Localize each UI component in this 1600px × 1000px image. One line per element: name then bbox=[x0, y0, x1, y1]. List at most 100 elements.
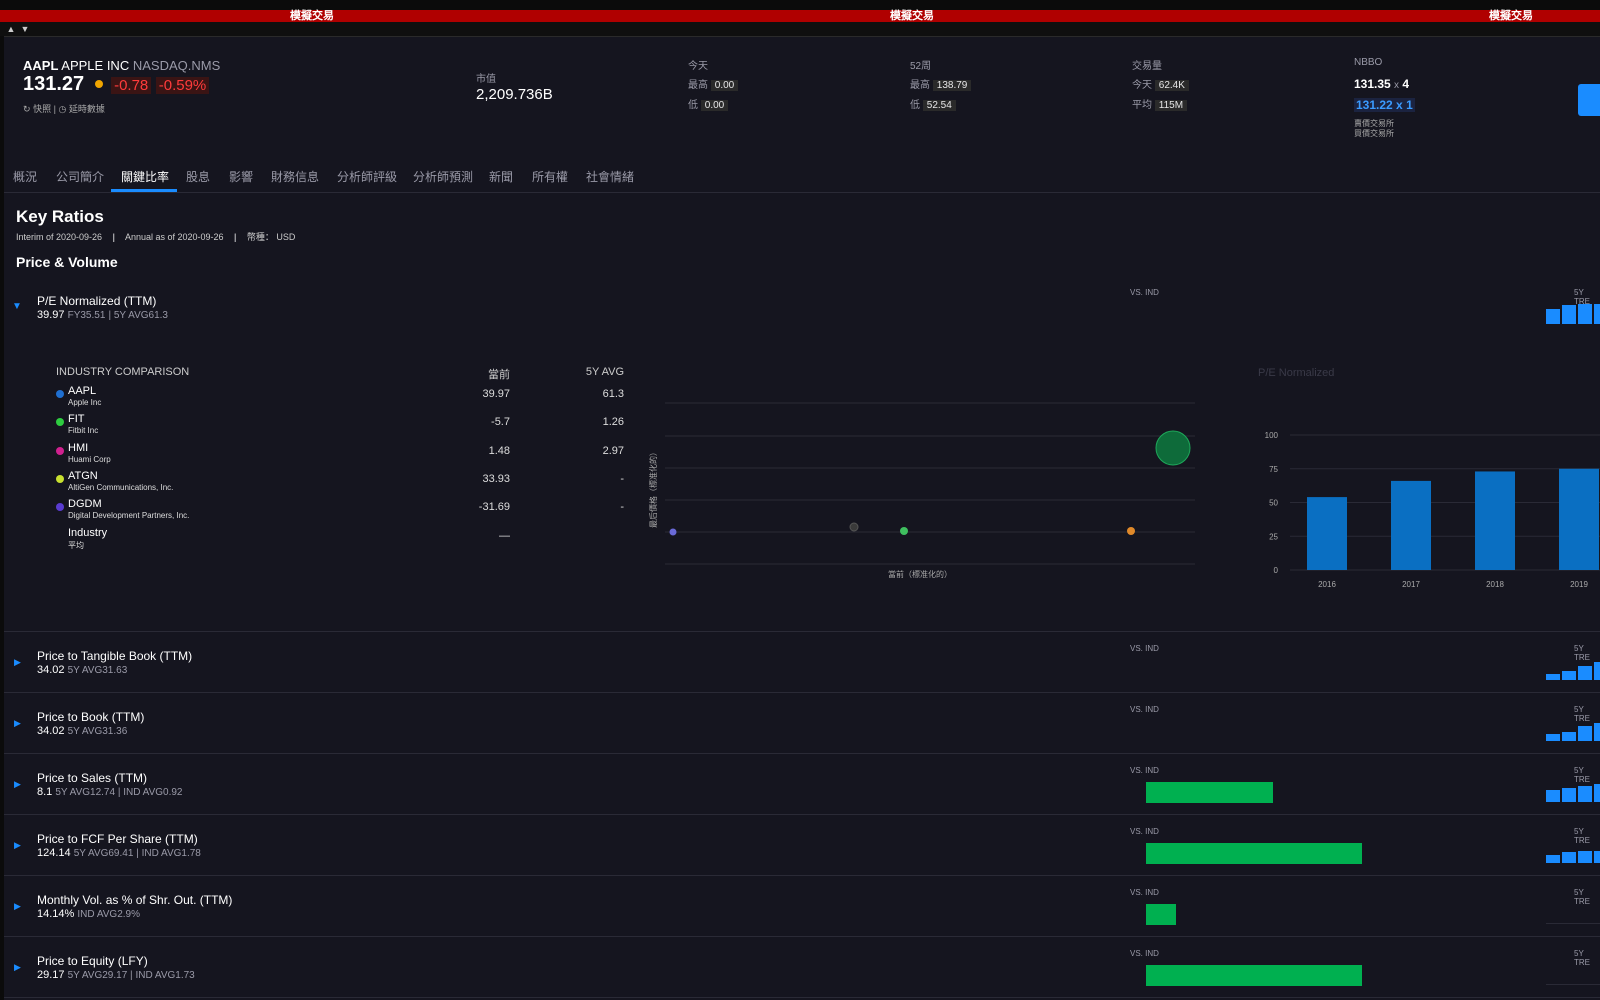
avg-value: 2.97 bbox=[602, 444, 624, 457]
tab-3[interactable]: 股息 bbox=[186, 168, 210, 185]
tab-2[interactable]: 關鍵比率 bbox=[121, 168, 169, 185]
trend-bar bbox=[1578, 786, 1592, 802]
avg-value: - bbox=[620, 472, 624, 485]
x-tick-label: 2017 bbox=[1402, 580, 1420, 589]
ticker: Industry bbox=[68, 526, 108, 539]
tab-4[interactable]: 影響 bbox=[229, 168, 253, 185]
page-title: Key Ratios bbox=[16, 207, 104, 226]
scatter-xlabel: 當前（標准化的） bbox=[888, 570, 952, 579]
industry-row: AAPL Apple Inc 39.97 61.3 bbox=[56, 385, 624, 413]
expand-caret-icon[interactable]: ▶ bbox=[14, 901, 21, 912]
bar-2018[interactable] bbox=[1475, 471, 1515, 570]
trend-mini-chart bbox=[1546, 845, 1600, 863]
current-value: 39.97 bbox=[482, 388, 510, 400]
current-value: 33.93 bbox=[482, 472, 510, 485]
company: Fitbit Inc bbox=[68, 426, 99, 436]
nbbo-bid: 131.35 x 4 bbox=[1354, 77, 1410, 91]
scatter-grid bbox=[665, 402, 1195, 565]
wk52-label: 52周 bbox=[910, 61, 932, 72]
tab-divider bbox=[4, 192, 1600, 193]
expand-caret-icon[interactable]: ▶ bbox=[14, 840, 21, 851]
ratio-title[interactable]: Price to FCF Per Share (TTM) bbox=[37, 832, 198, 846]
trend-mini-chart bbox=[1546, 662, 1600, 680]
trend-bar bbox=[1562, 671, 1576, 680]
nbbo-exchanges: 賣價交易所 買價交易所 bbox=[1354, 119, 1394, 138]
pe-bar-chart: 0 25 50 75 100 2016 2017 2018 2019 bbox=[1265, 431, 1600, 589]
snapshot-link[interactable]: 快照 bbox=[33, 104, 51, 114]
tab-0[interactable]: 概況 bbox=[13, 168, 37, 185]
industry-row: FIT Fitbit Inc -5.7 1.26 bbox=[56, 413, 624, 441]
col-current: 當前 bbox=[488, 369, 510, 381]
industry-row: ATGN AltiGen Communications, Inc. 33.93 - bbox=[56, 470, 624, 498]
vs-ind-label: VS. IND bbox=[1130, 766, 1159, 775]
bar-2016[interactable] bbox=[1307, 497, 1347, 570]
col-5y-avg: 5Y AVG bbox=[585, 366, 624, 378]
row-divider bbox=[4, 875, 1600, 876]
industry-row: DGDM Digital Development Partners, Inc. -3… bbox=[56, 498, 624, 526]
tab-8[interactable]: 新聞 bbox=[489, 168, 513, 185]
trend-bar bbox=[1562, 732, 1576, 741]
wk52-low: 低 52.54 bbox=[910, 96, 956, 111]
y-tick-label: 0 bbox=[1274, 566, 1279, 575]
tab-10[interactable]: 社會情緒 bbox=[586, 168, 634, 185]
ratio-title[interactable]: Monthly Vol. as % of Shr. Out. (TTM) bbox=[37, 893, 232, 907]
trend-label: 5Y TRE bbox=[1574, 766, 1590, 784]
trend-mini-chart bbox=[1546, 967, 1600, 985]
vs-ind-bar bbox=[1146, 782, 1273, 803]
expand-caret-icon[interactable]: ▶ bbox=[14, 718, 21, 729]
ratio-title[interactable]: Price to Sales (TTM) bbox=[37, 771, 147, 785]
trend-mini-chart bbox=[1546, 784, 1600, 802]
y-tick-label: 75 bbox=[1269, 465, 1278, 474]
tab-5[interactable]: 財務信息 bbox=[271, 168, 319, 185]
today-label: 今天 bbox=[688, 61, 708, 72]
tab-1[interactable]: 公司簡介 bbox=[56, 168, 104, 185]
company: Apple Inc bbox=[68, 398, 102, 407]
y-tick-label: 100 bbox=[1265, 431, 1279, 440]
trend-bar bbox=[1546, 790, 1560, 802]
vs-ind-label: VS. IND bbox=[1130, 827, 1159, 836]
scroll-down-icon[interactable]: ▼ bbox=[20, 24, 30, 34]
trend-label: 5Y TRE bbox=[1574, 827, 1590, 845]
row-divider bbox=[4, 631, 1600, 632]
scroll-up-icon[interactable]: ▲ bbox=[6, 24, 16, 34]
exchange: NASDAQ.NMS bbox=[132, 58, 221, 73]
bar-2017[interactable] bbox=[1391, 480, 1431, 570]
ratio-values: 34.02 5Y AVG31.36 bbox=[37, 725, 128, 737]
legend-dot-icon bbox=[56, 418, 64, 427]
ratio-title[interactable]: Price to Equity (LFY) bbox=[37, 954, 148, 968]
y-tick-label: 25 bbox=[1269, 532, 1278, 541]
company: AltiGen Communications, Inc. bbox=[68, 482, 174, 492]
sim-label: 模擬交易 bbox=[290, 10, 334, 22]
trend-bar bbox=[1546, 309, 1560, 324]
volume-label: 交易量 bbox=[1132, 61, 1162, 72]
bar-2019[interactable] bbox=[1559, 468, 1599, 570]
current-value: -5.7 bbox=[491, 416, 510, 429]
trade-button[interactable] bbox=[1578, 84, 1600, 116]
row-divider bbox=[4, 997, 1600, 998]
ratio-values: 29.17 5Y AVG29.17 | IND AVG1.73 bbox=[37, 969, 195, 981]
tab-9[interactable]: 所有權 bbox=[532, 168, 568, 185]
ratio-title[interactable]: Price to Tangible Book (TTM) bbox=[37, 649, 192, 663]
legend-dot-icon bbox=[56, 390, 64, 398]
sim-label: 模擬交易 bbox=[890, 10, 934, 22]
collapse-caret-icon[interactable]: ▼ bbox=[12, 301, 22, 312]
expand-caret-icon[interactable]: ▶ bbox=[14, 962, 21, 973]
ticker: AAPL bbox=[68, 385, 97, 397]
expand-caret-icon[interactable]: ▶ bbox=[14, 779, 21, 790]
company: Digital Development Partners, Inc. bbox=[68, 511, 190, 521]
trend-bar bbox=[1594, 851, 1600, 863]
trend-baseline bbox=[1546, 984, 1600, 985]
legend-dot-icon bbox=[56, 503, 64, 512]
trend-bar bbox=[1578, 666, 1592, 680]
tab-7[interactable]: 分析師預測 bbox=[413, 168, 473, 185]
trend-label: 5Y TRE bbox=[1574, 705, 1590, 723]
ticker: DGDM bbox=[68, 498, 102, 511]
pe-title[interactable]: P/E Normalized (TTM) bbox=[37, 294, 156, 308]
trend-label: 5Y TRE bbox=[1574, 888, 1590, 906]
trend-label: 5Y TRE bbox=[1574, 949, 1590, 967]
ratio-title[interactable]: Price to Book (TTM) bbox=[37, 710, 144, 724]
expand-caret-icon[interactable]: ▶ bbox=[14, 657, 21, 668]
volume-avg: 平均 115M bbox=[1132, 96, 1188, 111]
tab-6[interactable]: 分析師評級 bbox=[337, 168, 397, 185]
refresh-icon[interactable]: ↻ bbox=[23, 104, 31, 114]
